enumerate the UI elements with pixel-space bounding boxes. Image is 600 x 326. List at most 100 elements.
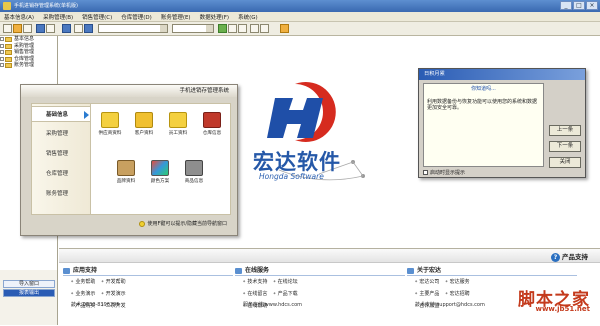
tip-body: 利用数据备份与恢复功能可以使用您的系统和数据更加安全可靠。	[427, 98, 538, 112]
house-icon	[203, 112, 221, 128]
checkbox-icon[interactable]	[423, 170, 428, 175]
folder-icon	[5, 63, 12, 68]
window-controls: _ □ ×	[560, 1, 598, 10]
report-output-button[interactable]: 报表输出	[3, 289, 55, 297]
go-icon[interactable]	[218, 24, 227, 33]
print-icon[interactable]	[36, 24, 45, 33]
supplier-button[interactable]: 供应商资料	[93, 112, 127, 136]
link-item[interactable]: 在线论坛	[273, 276, 298, 288]
folder-icon	[5, 50, 12, 55]
menu-warehouse[interactable]: 仓库管理(D)	[121, 13, 152, 21]
import-window-button[interactable]: 导入窗口	[3, 280, 55, 288]
refresh-icon[interactable]	[260, 24, 269, 33]
module-nav: 基础信息 采购管理 销售管理 仓库管理 账务管理	[31, 103, 91, 215]
warehouse-button[interactable]: 仓库信息	[195, 112, 229, 136]
link-item[interactable]: 开发演示	[101, 288, 126, 300]
employee-icon	[169, 112, 187, 128]
nav-item-accounts[interactable]: 账务管理	[32, 186, 90, 202]
folder-icon	[5, 43, 12, 49]
find-icon[interactable]	[250, 24, 259, 33]
link-item[interactable]: 开发帮助	[101, 276, 126, 288]
left-panel: 导入窗口 报表输出	[0, 270, 58, 325]
brand-button[interactable]: 品牌资料	[109, 160, 143, 184]
menu-sales[interactable]: 销售管理(C)	[82, 13, 112, 21]
back-icon[interactable]	[84, 24, 93, 33]
next-tip-button[interactable]: 下一条	[549, 141, 581, 152]
box-icon	[117, 160, 135, 176]
contact-email[interactable]: 技术支持:support@hdcs.com	[407, 301, 485, 308]
support-link[interactable]: ? 产品支持	[551, 251, 588, 262]
menu-system[interactable]: 系统(G)	[238, 13, 258, 21]
field-combo[interactable]	[172, 24, 214, 33]
customer-icon	[135, 112, 153, 128]
support-column-online: 在线服务 技术支持在线论坛 在线留言产品下载 在线帮助	[235, 266, 405, 326]
menu-basic[interactable]: 基本信息(A)	[4, 13, 34, 21]
product-button[interactable]: 商品信息	[177, 160, 211, 184]
tip-heading: 你知道吗...	[471, 86, 496, 92]
module-window: 手机进销存管理系统 基础信息 采购管理 销售管理 仓库管理 账务管理 供应商资料…	[20, 84, 238, 236]
open-icon[interactable]	[13, 24, 22, 33]
support-header: ? 产品支持	[59, 249, 600, 263]
folder-icon	[5, 56, 12, 62]
nav-item-basic[interactable]: 基础信息	[32, 106, 90, 122]
save-icon[interactable]	[23, 24, 32, 33]
help-icon: ?	[551, 253, 560, 262]
filter-combo[interactable]	[98, 24, 168, 33]
color-button[interactable]: 颜色方案	[143, 160, 177, 184]
preview-icon[interactable]	[46, 24, 55, 33]
link-item[interactable]: 宏达招聘	[445, 288, 470, 300]
tip-dialog: 日积月累 你知道吗... 利用数据备份与恢复功能可以使用您的系统和数据更加安全可…	[418, 68, 586, 178]
menu-purchase[interactable]: 采购管理(B)	[43, 13, 73, 21]
menu-accounts[interactable]: 账务管理(E)	[161, 13, 191, 21]
zoom-icon[interactable]	[238, 24, 247, 33]
search-icon[interactable]	[228, 24, 237, 33]
tip-text-box: 你知道吗... 利用数据备份与恢复功能可以使用您的系统和数据更加安全可靠。	[423, 83, 544, 167]
nav-item-warehouse[interactable]: 仓库管理	[32, 166, 90, 182]
product-icon	[185, 160, 203, 176]
expand-icon[interactable]	[0, 37, 4, 41]
nav-item-sales[interactable]: 销售管理	[32, 146, 90, 162]
customer-button[interactable]: 客户资料	[127, 112, 161, 136]
tree-item-accounts[interactable]: 账务管理	[0, 62, 57, 69]
close-dialog-button[interactable]: 关闭	[549, 157, 581, 168]
new-icon[interactable]	[3, 24, 12, 33]
contact-web[interactable]: 服务在线:www.hdcs.com	[235, 301, 302, 308]
maximize-button[interactable]: □	[573, 1, 585, 10]
watermark-url: www.jb51.net	[535, 305, 591, 313]
window-icon[interactable]	[62, 24, 71, 33]
supplier-icon	[101, 112, 119, 128]
support-column-apps: 应用支持 业务帮助开发帮助 业务演示开发演示 产品购买二次开发	[63, 266, 233, 326]
column-title: 关于宏达	[407, 266, 577, 276]
folder-icon	[5, 37, 12, 42]
palette-icon	[151, 160, 169, 176]
employee-button[interactable]: 员工资料	[161, 112, 195, 136]
show-on-start-checkbox[interactable]: 启动时显示提示	[423, 169, 465, 176]
pencil-icon[interactable]	[280, 24, 289, 33]
expand-icon[interactable]	[0, 50, 4, 54]
brand-name-en: Hongda Software	[259, 172, 324, 181]
link-item[interactable]: 产品下载	[273, 288, 298, 300]
link-item[interactable]: 宏达公司	[415, 276, 439, 288]
link-item[interactable]: 技术支持	[243, 276, 267, 288]
link-item[interactable]: 宏达服务	[445, 276, 470, 288]
link-item[interactable]: 在线留言	[243, 288, 267, 300]
toolbar	[0, 22, 600, 36]
menu-data[interactable]: 数据处理(F)	[200, 13, 229, 21]
close-button[interactable]: ×	[586, 1, 598, 10]
module-panel: 供应商资料 客户资料 员工资料 仓库信息 品牌资料 颜色方案 商品信息	[91, 103, 231, 215]
prev-tip-button[interactable]: 上一条	[549, 125, 581, 136]
link-item[interactable]: 主要产品	[415, 288, 439, 300]
link-item[interactable]: 业务演示	[71, 288, 95, 300]
first-icon[interactable]	[74, 24, 83, 33]
bulb-icon	[139, 220, 146, 227]
expand-icon[interactable]	[0, 43, 4, 48]
minimize-button[interactable]: _	[560, 1, 572, 10]
expand-icon[interactable]	[0, 63, 4, 67]
column-title: 在线服务	[235, 266, 405, 276]
window-title: 手机进销存管理系统(单机版)	[14, 3, 78, 9]
nav-item-purchase[interactable]: 采购管理	[32, 126, 90, 142]
menu-bar: 基本信息(A) 采购管理(B) 销售管理(C) 仓库管理(D) 账务管理(E) …	[0, 12, 600, 22]
expand-icon[interactable]	[0, 56, 4, 61]
column-title: 应用支持	[63, 266, 233, 276]
link-item[interactable]: 业务帮助	[71, 276, 95, 288]
